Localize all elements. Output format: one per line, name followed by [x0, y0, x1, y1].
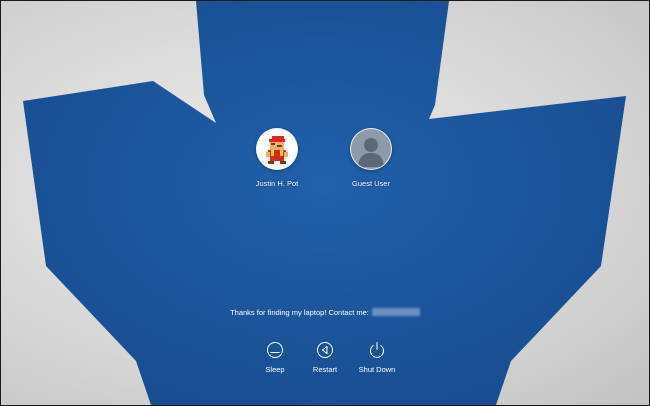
restart-button[interactable]: Restart — [295, 341, 355, 374]
user-name-label: Guest User — [352, 179, 390, 188]
login-screen: Justin H. Pot Guest User Thanks for find… — [0, 0, 650, 406]
lock-screen-message: Thanks for finding my laptop! Contact me… — [1, 308, 649, 317]
redacted-contact-info — [371, 308, 420, 316]
user-justin-h-pot[interactable]: Justin H. Pot — [227, 128, 327, 188]
restart-label: Restart — [312, 365, 338, 374]
user-name-label: Justin H. Pot — [255, 179, 299, 188]
shut-down-label: Shut Down — [358, 365, 396, 374]
guest-person-icon — [350, 128, 392, 170]
restart-icon — [317, 342, 333, 358]
power-icon — [370, 342, 384, 358]
sleep-icon — [267, 342, 283, 358]
pixel-mario-avatar-icon — [256, 128, 298, 170]
shut-down-button[interactable]: Shut Down — [347, 341, 407, 374]
user-guest[interactable]: Guest User — [321, 128, 421, 188]
lock-message-text: Thanks for finding my laptop! Contact me… — [230, 308, 369, 317]
